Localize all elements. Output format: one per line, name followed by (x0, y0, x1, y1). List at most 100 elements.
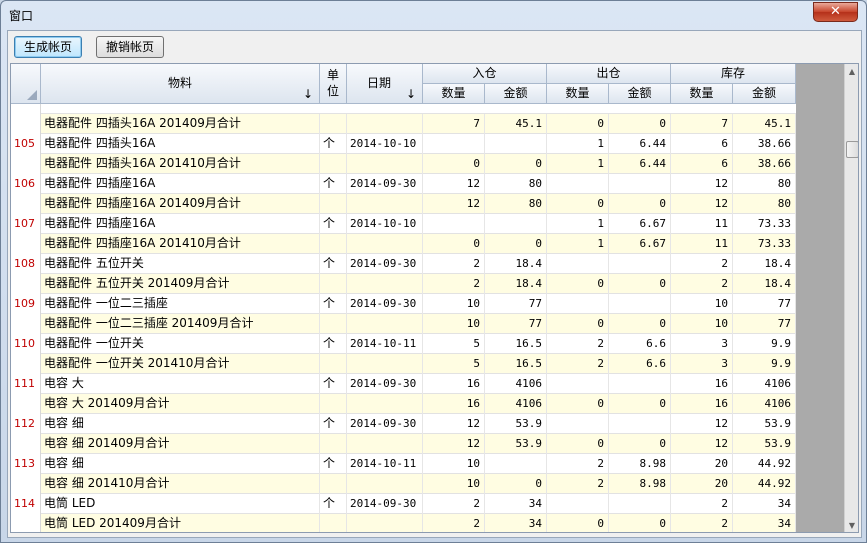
table-row[interactable]: 110 电器配件 一位开关个 2014-10-11 5 16.5 2 6.6 3 9.9 (11, 334, 796, 354)
cell-in-amount[interactable]: 16.5 (485, 354, 547, 374)
subtotal-row[interactable]: 电器配件 一位开关 201410月合计 5 16.5 2 6.6 3 9.9 (11, 354, 796, 374)
cell-out-amount[interactable]: 0 (609, 314, 671, 334)
cell-date[interactable]: 2014-10-11 (347, 334, 423, 354)
cell-stock-qty[interactable]: 2 (671, 494, 733, 514)
cell-material[interactable]: 电器配件 五位开关 201409月合计 (41, 274, 320, 294)
cell-unit[interactable]: 个 (320, 334, 347, 354)
header-material[interactable]: 物料 ↓ (41, 64, 320, 104)
subtotal-row[interactable]: 电筒 LED 201409月合计 2 34 0 0 2 34 (11, 514, 796, 532)
row-number[interactable]: 105 (11, 134, 41, 154)
cell-unit[interactable] (320, 514, 347, 532)
cell-in-qty[interactable]: 16 (423, 374, 485, 394)
subtotal-row[interactable]: 电容 大 201409月合计 16 4106 0 0 16 4106 (11, 394, 796, 414)
cell-in-amount[interactable] (485, 214, 547, 234)
subtotal-row[interactable]: 电器配件 四插头16A 201409月合计 7 45.1 0 0 7 45.1 (11, 114, 796, 134)
header-out-qty[interactable]: 数量 (547, 84, 609, 104)
ledger-grid[interactable]: 物料 ↓ 单位 日期 ↓ 入仓 出仓 库存 数量 金额 数量 金额 数量 金额 … (10, 63, 859, 533)
cell-date[interactable] (347, 194, 423, 214)
row-number[interactable] (11, 514, 41, 532)
cell-in-amount[interactable]: 34 (485, 514, 547, 532)
cell-in-qty[interactable]: 12 (423, 434, 485, 454)
cell-out-amount[interactable]: 0 (609, 514, 671, 532)
cell-material[interactable]: 电器配件 一位二三插座 (41, 294, 320, 314)
cell-material[interactable]: 电器配件 四插座16A (41, 214, 320, 234)
cell-in-qty[interactable]: 7 (423, 114, 485, 134)
header-in-amount[interactable]: 金额 (485, 84, 547, 104)
cell-material[interactable]: 电器配件 四插头16A (41, 134, 320, 154)
cell-stock-qty[interactable]: 12 (671, 434, 733, 454)
cell-in-amount[interactable]: 18.4 (485, 274, 547, 294)
table-row[interactable]: 114 电筒 LED 个 2014-09-30 2 34 2 34 (11, 494, 796, 514)
cell-in-amount[interactable]: 45.1 (485, 114, 547, 134)
cell-out-amount[interactable]: 0 (609, 434, 671, 454)
cell-out-amount[interactable]: 0 (609, 394, 671, 414)
row-number[interactable] (11, 234, 41, 254)
title-bar[interactable]: 窗口 ✕ (1, 1, 866, 29)
cell-in-qty[interactable]: 12 (423, 414, 485, 434)
cell-out-amount[interactable] (609, 254, 671, 274)
header-stock-amount[interactable]: 金额 (733, 84, 796, 104)
cell-out-qty[interactable] (547, 294, 609, 314)
cell-stock-qty[interactable]: 3 (671, 334, 733, 354)
cell-in-qty[interactable]: 2 (423, 494, 485, 514)
cell-unit[interactable]: 个 (320, 454, 347, 474)
cell-date[interactable]: 2014-10-10 (347, 214, 423, 234)
cell-in-qty[interactable]: 2 (423, 274, 485, 294)
cell-date[interactable] (347, 114, 423, 134)
cell-unit[interactable] (320, 434, 347, 454)
cell-in-qty[interactable]: 0 (423, 234, 485, 254)
cell-unit[interactable]: 个 (320, 374, 347, 394)
cell-unit[interactable] (320, 194, 347, 214)
header-unit[interactable]: 单位 (320, 64, 347, 104)
cell-in-qty[interactable]: 12 (423, 194, 485, 214)
row-number[interactable] (11, 354, 41, 374)
cell-unit[interactable] (320, 234, 347, 254)
row-number[interactable]: 114 (11, 494, 41, 514)
cell-in-qty[interactable]: 2 (423, 254, 485, 274)
table-row[interactable]: 112 电容 细个 2014-09-30 12 53.9 12 53.9 (11, 414, 796, 434)
cell-in-qty[interactable]: 10 (423, 314, 485, 334)
cell-material[interactable]: 电筒 LED (41, 494, 320, 514)
cell-in-qty[interactable] (423, 214, 485, 234)
cell-stock-amount[interactable]: 18.4 (733, 254, 796, 274)
cell-in-amount[interactable]: 53.9 (485, 414, 547, 434)
cell-date[interactable]: 2014-09-30 (347, 254, 423, 274)
scroll-down-icon[interactable]: ▼ (847, 521, 857, 530)
cell-material[interactable]: 电器配件 五位开关 (41, 254, 320, 274)
cell-unit[interactable]: 个 (320, 174, 347, 194)
row-number[interactable] (11, 314, 41, 334)
cell-material[interactable]: 电筒 LED 201409月合计 (41, 514, 320, 532)
cell-in-amount[interactable]: 80 (485, 194, 547, 214)
cell-stock-qty[interactable]: 10 (671, 294, 733, 314)
subtotal-row[interactable]: 电容 细 201409月合计 12 53.9 0 0 12 53.9 (11, 434, 796, 454)
cell-stock-amount[interactable]: 73.33 (733, 234, 796, 254)
scroll-up-icon[interactable]: ▲ (847, 67, 857, 76)
row-number[interactable] (11, 154, 41, 174)
cell-out-amount[interactable] (609, 294, 671, 314)
cell-out-qty[interactable] (547, 254, 609, 274)
cell-out-qty[interactable]: 0 (547, 314, 609, 334)
cell-material[interactable]: 电器配件 一位开关 201410月合计 (41, 354, 320, 374)
cell-out-amount[interactable]: 6.44 (609, 154, 671, 174)
cell-date[interactable]: 2014-09-30 (347, 494, 423, 514)
cell-stock-amount[interactable]: 38.66 (733, 134, 796, 154)
cell-in-qty[interactable]: 12 (423, 174, 485, 194)
cell-stock-amount[interactable]: 77 (733, 314, 796, 334)
cell-out-qty[interactable]: 1 (547, 154, 609, 174)
cell-out-amount[interactable]: 6.67 (609, 234, 671, 254)
cell-out-amount[interactable] (609, 494, 671, 514)
cell-unit[interactable] (320, 314, 347, 334)
cell-stock-qty[interactable]: 6 (671, 154, 733, 174)
cell-date[interactable]: 2014-09-30 (347, 294, 423, 314)
subtotal-row[interactable]: 电器配件 四插座16A 201409月合计 12 80 0 0 12 80 (11, 194, 796, 214)
cell-material[interactable]: 电容 大 201409月合计 (41, 394, 320, 414)
cell-unit[interactable]: 个 (320, 414, 347, 434)
cell-material[interactable]: 电容 大 (41, 374, 320, 394)
cell-out-qty[interactable]: 0 (547, 514, 609, 532)
row-number[interactable]: 107 (11, 214, 41, 234)
cell-stock-amount[interactable]: 53.9 (733, 434, 796, 454)
table-row[interactable]: 105 电器配件 四插头16A 个 2014-10-10 1 6.44 6 38.66 (11, 134, 796, 154)
cell-in-amount[interactable]: 80 (485, 174, 547, 194)
cell-stock-qty[interactable]: 20 (671, 454, 733, 474)
cell-stock-amount[interactable]: 80 (733, 194, 796, 214)
